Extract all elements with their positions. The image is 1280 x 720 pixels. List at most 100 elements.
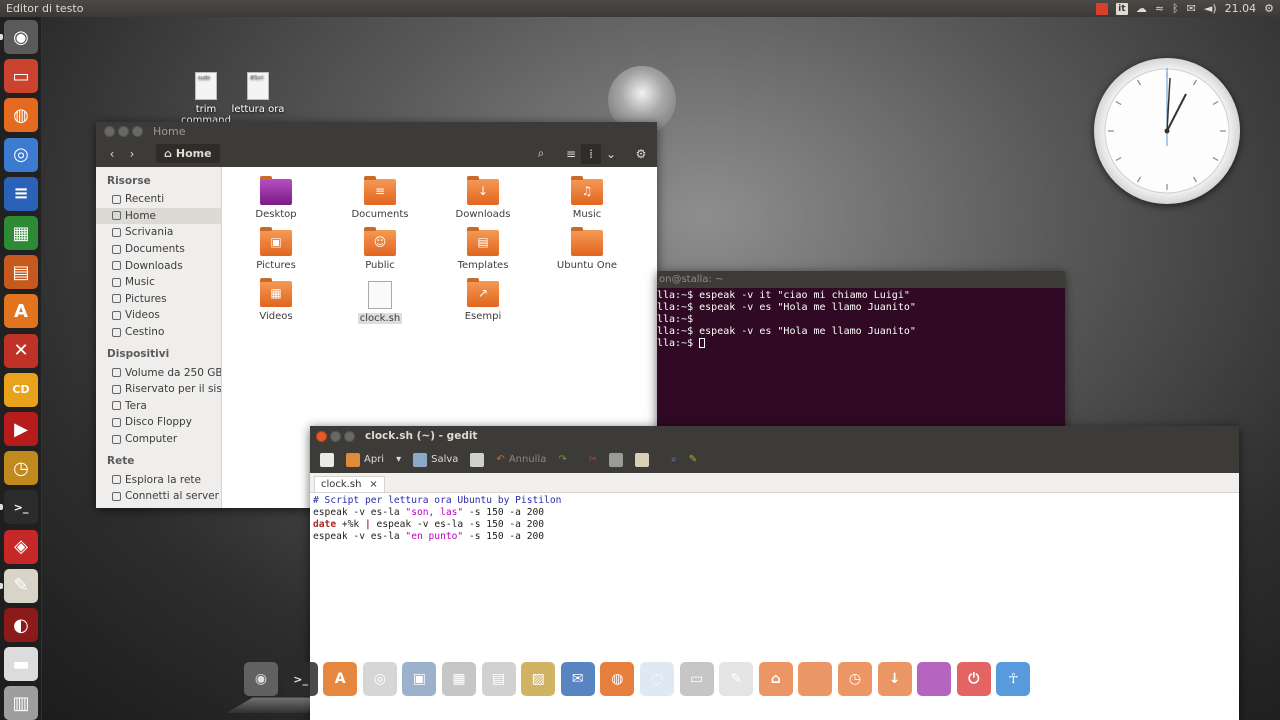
close-icon[interactable] [104, 125, 115, 137]
file-item-pictures[interactable]: ▣ Pictures [236, 227, 316, 271]
redo-button[interactable]: ↷ [554, 449, 570, 471]
file-item-public[interactable]: ☺ Public [340, 227, 420, 271]
new-document-button[interactable] [316, 449, 338, 471]
desktop-file-lettura-ora[interactable]: #Scri lettura ora [230, 72, 286, 115]
dock-firefox-icon[interactable]: ◍ [600, 662, 635, 696]
save-button[interactable]: Salva [409, 449, 462, 471]
cd-burner-icon[interactable]: CD [4, 372, 38, 407]
find-button[interactable]: ⌕ [667, 449, 681, 471]
gear-icon[interactable]: ⚙ [1264, 2, 1274, 15]
open-recent-dropdown[interactable]: ▾ [392, 449, 405, 471]
file-item-templates[interactable]: ▤ Templates [443, 227, 523, 271]
sidebar-item-riservato-per-il-sis[interactable]: Riservato per il sis... [96, 381, 221, 398]
file-item-clock-sh[interactable]: clock.sh [340, 281, 420, 324]
close-icon[interactable] [316, 430, 327, 442]
lifesaver-icon[interactable]: ◈ [4, 529, 38, 564]
dock-terminal-icon[interactable]: >_ [283, 662, 318, 696]
file-item-downloads[interactable]: ↓ Downloads [443, 176, 523, 220]
replace-button[interactable]: ✎ [685, 449, 701, 471]
maximize-icon[interactable] [344, 430, 355, 442]
dock-chat-icon[interactable]: ◌ [640, 662, 674, 696]
panel-clock[interactable]: 21.04 [1225, 2, 1257, 15]
dock-ubuntu-icon[interactable]: ◉ [244, 662, 278, 696]
gedit-titlebar[interactable]: clock.sh (~) - gedit [310, 426, 1239, 446]
sidebar-item-esplora-la-rete[interactable]: Esplora la rete [96, 471, 221, 488]
forward-button[interactable]: › [122, 144, 142, 164]
dock-software-icon[interactable]: A [323, 662, 358, 696]
terminal-icon[interactable]: >_ [4, 490, 38, 525]
sidebar-item-connetti-al-server[interactable]: Connetti al server [96, 488, 221, 505]
firefox-icon[interactable]: ◍ [4, 98, 38, 133]
sidebar-item-cestino[interactable]: Cestino [96, 324, 221, 341]
code-editor[interactable]: # Script per lettura ora Ubuntu by Pisti… [310, 493, 1239, 545]
dock-folder-desktop-icon[interactable] [917, 662, 952, 696]
clock-app-icon[interactable]: ◷ [4, 451, 38, 486]
maximize-icon[interactable] [132, 125, 143, 137]
sidebar-item-scrivania[interactable]: Scrivania [96, 224, 221, 241]
file-item-documents[interactable]: ≡ Documents [340, 176, 420, 220]
gedit-icon[interactable]: ✎ [4, 568, 38, 603]
file-item-videos[interactable]: ▦ Videos [236, 278, 316, 322]
dock-calculator-icon[interactable]: ▦ [442, 662, 476, 696]
search-icon[interactable]: ⌕ [531, 144, 551, 164]
print-button[interactable] [466, 449, 488, 471]
writer-icon[interactable]: ≡ [4, 176, 38, 211]
list-view-icon[interactable]: ≡ [561, 144, 581, 164]
file-item-desktop[interactable]: Desktop [236, 176, 316, 220]
undo-button[interactable]: ↶ Annulla [492, 449, 550, 471]
back-button[interactable]: ‹ [102, 144, 122, 164]
file-item-ubuntu-one[interactable]: Ubuntu One [547, 227, 627, 271]
sidebar-item-disco-floppy[interactable]: Disco Floppy [96, 414, 221, 431]
dock-images-icon[interactable]: ▣ [402, 662, 437, 696]
files-icon[interactable]: ▭ [4, 59, 38, 94]
paste-button[interactable] [631, 449, 653, 471]
sidebar-item-tera[interactable]: Tera [96, 398, 221, 415]
dock-thunderbird-icon[interactable]: ✉ [560, 662, 595, 696]
dock-editor-icon[interactable]: ✎ [719, 662, 754, 696]
trash-icon[interactable]: ▥ [4, 686, 38, 720]
grid-view-icon[interactable]: ⁞ [581, 143, 601, 164]
software-center-icon[interactable]: A [4, 294, 38, 329]
sidebar-item-home[interactable]: Home [96, 207, 221, 225]
file-item-music[interactable]: ♫ Music [547, 176, 627, 220]
terminal-titlebar[interactable]: on@stalla: ~ [657, 271, 1065, 288]
dock-shutdown-icon[interactable]: ⏻ [956, 662, 991, 696]
breadcrumb[interactable]: ⌂ Home [156, 144, 220, 163]
file-item-esempi[interactable]: ↗ Esempi [443, 278, 523, 322]
cut-button[interactable]: ✂ [585, 449, 601, 471]
copy-button[interactable] [605, 449, 627, 471]
sidebar-item-pictures[interactable]: Pictures [96, 291, 221, 308]
open-button[interactable]: Apri [342, 449, 388, 471]
sidebar-item-videos[interactable]: Videos [96, 307, 221, 324]
dock-document-icon[interactable]: ▤ [481, 662, 516, 696]
dock-folder-icon[interactable] [798, 662, 833, 696]
volume-icon[interactable]: ◄) [1204, 2, 1217, 15]
sidebar-item-computer[interactable]: Computer [96, 431, 221, 448]
sidebar-item-volume-da-250-gb[interactable]: Volume da 250 GB [96, 364, 221, 381]
wifi-icon[interactable]: ≈ [1155, 2, 1164, 15]
dock-folder-downloads-icon[interactable]: ↓ [877, 662, 912, 696]
chevron-down-icon[interactable]: ⌄ [601, 144, 621, 164]
calc-icon[interactable]: ▦ [4, 216, 38, 250]
terminal-window[interactable]: on@stalla: ~ lla:~$ espeak -v it "ciao m… [657, 271, 1065, 429]
dock-folder-recent-icon[interactable]: ◷ [838, 662, 872, 696]
power-icon[interactable]: ◐ [4, 608, 38, 642]
chromium-icon[interactable]: ◎ [4, 137, 38, 172]
tab-clock-sh[interactable]: clock.sh × [314, 476, 385, 492]
impress-icon[interactable]: ▤ [4, 255, 38, 290]
dock-drive-icon[interactable]: ▭ [679, 662, 714, 696]
sidebar-item-downloads[interactable]: Downloads [96, 257, 221, 274]
youtube-icon[interactable]: ▶ [4, 412, 38, 446]
dash-icon[interactable]: ◉ [4, 20, 38, 54]
mail-icon[interactable]: ✉ [1187, 2, 1196, 15]
cloud-icon[interactable]: ☁ [1136, 2, 1147, 15]
minimize-icon[interactable] [330, 430, 341, 442]
minimize-icon[interactable] [118, 125, 129, 137]
file-manager-titlebar[interactable]: Home [96, 122, 657, 140]
dock-disk-icon[interactable]: ◎ [362, 662, 397, 696]
sidebar-item-recenti[interactable]: Recenti [96, 191, 221, 208]
bluetooth-icon[interactable]: ᛒ [1172, 2, 1179, 15]
usb-drive-icon[interactable]: ▬ [4, 647, 38, 682]
sidebar-item-music[interactable]: Music [96, 274, 221, 291]
gear-icon[interactable]: ⚙ [631, 144, 651, 164]
